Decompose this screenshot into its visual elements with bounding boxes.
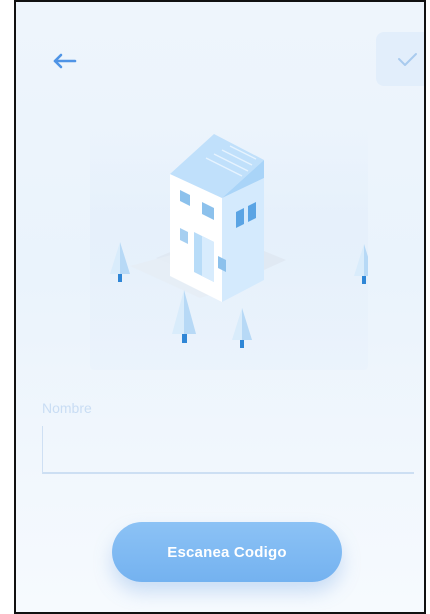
scan-code-button[interactable]: Escanea Codigo (112, 522, 342, 582)
tree-icon (232, 308, 252, 348)
tree-icon (172, 290, 196, 343)
confirm-button[interactable] (376, 32, 424, 86)
tree-icon (354, 244, 368, 284)
arrow-left-icon (53, 53, 77, 69)
name-label: Nombre (42, 400, 92, 416)
app-screen: Nombre Escanea Codigo (14, 0, 426, 614)
house-illustration (90, 120, 368, 370)
tree-icon (110, 242, 130, 282)
back-button[interactable] (48, 46, 82, 76)
house-with-trees-icon (110, 134, 368, 348)
checkmark-icon (398, 53, 417, 66)
name-input[interactable] (42, 426, 414, 474)
